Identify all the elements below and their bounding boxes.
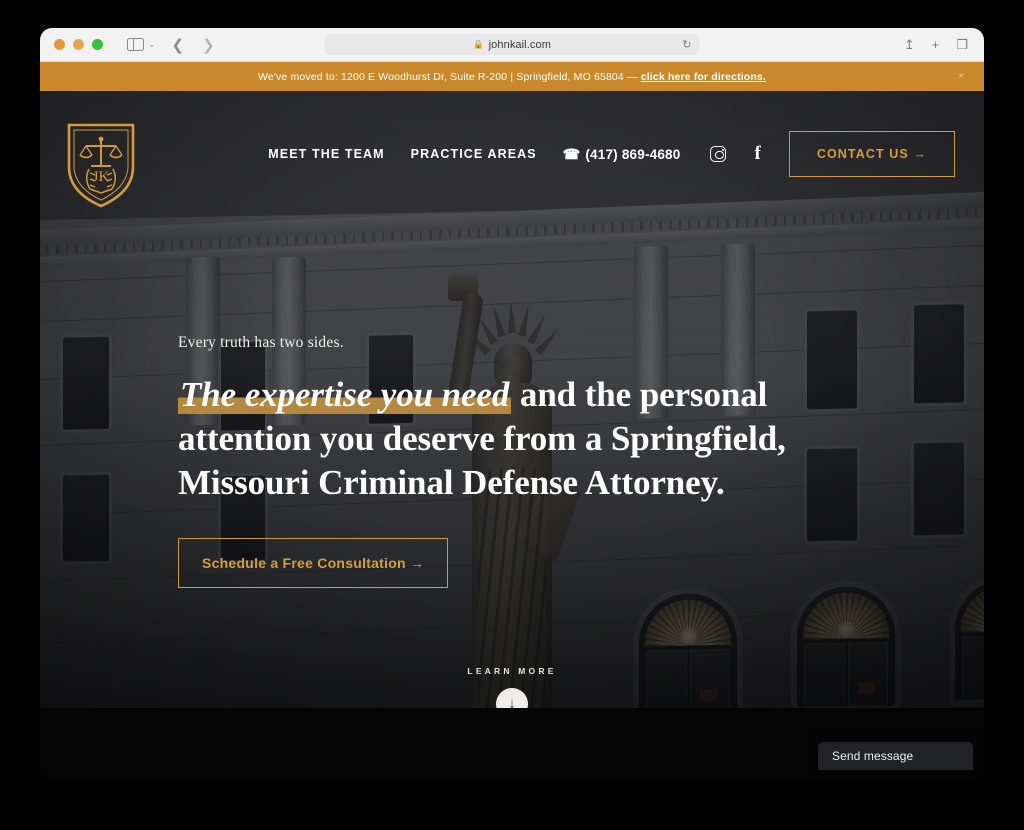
main-navigation: MEET THE TEAM PRACTICE AREAS ☎ (417) 869… [268, 131, 955, 177]
address-bar-url: johnkail.com [488, 38, 551, 51]
hero-headline-highlight: The expertise you need [178, 375, 512, 414]
banner-message: We've moved to: 1200 E Woodhurst Dr, Sui… [258, 70, 641, 83]
instagram-icon [710, 146, 727, 162]
announcement-banner: We've moved to: 1200 E Woodhurst Dr, Sui… [40, 62, 984, 91]
back-button[interactable]: ❮ [172, 36, 185, 54]
phone-number: (417) 869-4680 [585, 146, 681, 162]
hero-eyebrow: Every truth has two sides. [178, 334, 344, 351]
nav-item-practice-areas[interactable]: PRACTICE AREAS [411, 147, 537, 161]
share-icon[interactable]: ↥ [904, 38, 915, 51]
sidebar-toggle[interactable]: ⌄ [127, 38, 156, 51]
sidebar-icon [127, 38, 144, 51]
scroll-down-arrow-icon[interactable]: ↓ [496, 688, 528, 708]
address-bar[interactable]: 🔒 johnkail.com ↻ [324, 34, 700, 55]
zoom-window-button[interactable] [92, 39, 103, 50]
svg-text:JK: JK [93, 169, 110, 185]
reload-icon[interactable]: ↻ [682, 38, 691, 51]
jk-shield-icon: JK [67, 123, 135, 208]
banner-directions-link[interactable]: click here for directions. [641, 71, 766, 83]
header-phone-link[interactable]: ☎ (417) 869-4680 [563, 146, 681, 163]
contact-us-button[interactable]: CONTACT US → [788, 131, 955, 177]
chat-widget-label: Send message [832, 749, 914, 763]
instagram-link[interactable] [710, 146, 727, 162]
hero-headline: The expertise you need and the personal … [178, 373, 858, 505]
chat-widget[interactable]: Send message [818, 742, 973, 770]
browser-window: ⌄ ❮ ❯ 🔒 johnkail.com ↻ ↥ + ❐ We've moved… [40, 28, 984, 780]
site-logo[interactable]: JK [65, 119, 137, 209]
site-header: JK MEET THE TEAM PRACTICE AREAS ☎ (417) … [40, 91, 984, 221]
hero-copy: Every truth has two sides. The expertise… [178, 334, 858, 588]
minimize-window-button[interactable] [73, 39, 84, 50]
close-window-button[interactable] [54, 39, 65, 50]
forward-button[interactable]: ❯ [202, 36, 215, 54]
chevron-down-icon: ⌄ [148, 39, 156, 49]
plus-icon[interactable]: + [932, 38, 940, 51]
tab-overview-icon[interactable]: ❐ [956, 38, 968, 51]
lock-icon: 🔒 [473, 39, 484, 49]
banner-text: We've moved to: 1200 E Woodhurst Dr, Sui… [258, 71, 766, 83]
telephone-icon: ☎ [562, 145, 581, 162]
facebook-link[interactable]: f [754, 143, 760, 165]
banner-close-icon[interactable]: × [958, 71, 964, 82]
hero-section: JK MEET THE TEAM PRACTICE AREAS ☎ (417) … [40, 91, 984, 708]
below-fold-section: Send message [40, 708, 984, 780]
toolbar-right-icons: ↥ + ❐ [904, 38, 968, 51]
window-traffic-lights [40, 39, 103, 50]
scroll-indicator-label: LEARN MORE [467, 666, 557, 676]
nav-item-meet-the-team[interactable]: MEET THE TEAM [268, 147, 384, 161]
schedule-consultation-button[interactable]: Schedule a Free Consultation → [178, 538, 449, 588]
scroll-indicator[interactable]: LEARN MORE ↓ [40, 666, 984, 708]
browser-toolbar: ⌄ ❮ ❯ 🔒 johnkail.com ↻ ↥ + ❐ [40, 28, 984, 62]
